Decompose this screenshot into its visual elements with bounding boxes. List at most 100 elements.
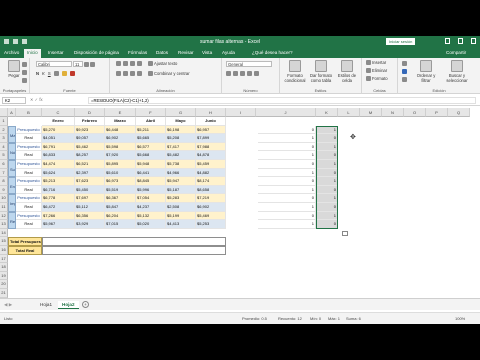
value-cell[interactable]: $5,482 bbox=[166, 151, 196, 160]
fill-color-icon[interactable] bbox=[61, 71, 67, 76]
font-name-select[interactable]: Calibri bbox=[36, 61, 72, 67]
helper-cell-j[interactable]: 1 bbox=[258, 185, 316, 195]
row-header-16[interactable]: 16 bbox=[0, 246, 8, 255]
value-cell[interactable]: $5,847 bbox=[105, 203, 136, 212]
column-header-k[interactable]: K bbox=[316, 108, 338, 117]
row-header-18[interactable]: 18 bbox=[0, 263, 8, 272]
sheet-tab-hoja2[interactable]: Hoja2 bbox=[58, 301, 79, 309]
value-cell[interactable]: $8,658 bbox=[196, 185, 226, 195]
maximize-icon[interactable] bbox=[458, 38, 463, 44]
row-header-8[interactable]: 8 bbox=[0, 177, 8, 186]
column-header-e[interactable]: E bbox=[105, 108, 136, 117]
value-cell[interactable]: $6,716 bbox=[42, 185, 75, 195]
value-cell[interactable]: $5,668 bbox=[136, 151, 166, 160]
row-header-2[interactable]: 2 bbox=[0, 125, 8, 135]
value-cell[interactable]: $7,623 bbox=[75, 177, 105, 186]
column-header-j[interactable]: J bbox=[256, 108, 316, 117]
value-cell[interactable]: $2,508 bbox=[166, 203, 196, 212]
value-cell[interactable]: $5,187 bbox=[166, 185, 196, 195]
shrink-font-icon[interactable] bbox=[90, 61, 95, 67]
align-middle-icon[interactable] bbox=[123, 61, 128, 66]
row-header-9[interactable]: 9 bbox=[0, 185, 8, 195]
value-cell[interactable]: $5,020 bbox=[136, 220, 166, 229]
row-header-17[interactable]: 17 bbox=[0, 254, 8, 264]
value-cell[interactable]: $5,459 bbox=[196, 160, 226, 169]
add-sheet-icon[interactable]: + bbox=[82, 301, 89, 308]
name-box[interactable]: K2 bbox=[2, 97, 26, 104]
align-bottom-icon[interactable] bbox=[130, 61, 135, 66]
find-select-button[interactable]: Buscar y seleccionar bbox=[442, 60, 472, 83]
helper-cell-j[interactable]: 1 bbox=[258, 203, 316, 212]
bold-icon[interactable]: N bbox=[36, 71, 39, 76]
value-cell[interactable]: $6,356 bbox=[75, 211, 105, 221]
value-cell[interactable]: $5,213 bbox=[42, 177, 75, 186]
value-cell[interactable]: $6,472 bbox=[42, 203, 75, 212]
row-header-3[interactable]: 3 bbox=[0, 134, 8, 143]
row-header-7[interactable]: 7 bbox=[0, 168, 8, 178]
value-cell[interactable]: $4,882 bbox=[196, 168, 226, 178]
minimize-icon[interactable] bbox=[445, 38, 450, 44]
value-cell[interactable]: $5,253 bbox=[196, 220, 226, 229]
share-button[interactable]: Compartir bbox=[446, 50, 466, 55]
value-cell[interactable]: $6,521 bbox=[75, 160, 105, 169]
tab-vista[interactable]: Vista bbox=[202, 50, 212, 55]
zoom-level[interactable]: 100% bbox=[455, 316, 465, 321]
tell-me-search[interactable]: ¿Qué desea hacer? bbox=[252, 50, 293, 55]
borders-icon[interactable] bbox=[53, 71, 59, 76]
column-header-p[interactable]: P bbox=[426, 108, 448, 117]
value-cell[interactable]: $5,967 bbox=[42, 220, 75, 229]
sheet-tab-hoja1[interactable]: Hoja1 bbox=[36, 301, 56, 309]
value-cell[interactable]: $8,257 bbox=[75, 151, 105, 160]
tab-inicio[interactable]: Inicio bbox=[24, 49, 41, 58]
value-cell[interactable]: $5,199 bbox=[166, 211, 196, 221]
column-header-o[interactable]: O bbox=[404, 108, 426, 117]
autosum-icon[interactable] bbox=[402, 61, 407, 66]
cut-icon[interactable] bbox=[22, 62, 27, 67]
format-cells-button[interactable]: Formato bbox=[366, 76, 388, 81]
value-cell[interactable]: $6,902 bbox=[105, 134, 136, 143]
percent-icon[interactable] bbox=[233, 71, 238, 76]
value-cell[interactable]: $9,923 bbox=[75, 125, 105, 135]
quick-analysis-icon[interactable] bbox=[342, 230, 348, 236]
insert-cells-button[interactable]: Insertar bbox=[366, 60, 386, 65]
save-icon[interactable] bbox=[4, 39, 9, 44]
column-header-c[interactable]: C bbox=[42, 108, 75, 117]
tab-archivo[interactable]: Archivo bbox=[4, 50, 19, 55]
value-cell[interactable]: $4,878 bbox=[196, 151, 226, 160]
value-cell[interactable]: $5,519 bbox=[105, 185, 136, 195]
value-cell[interactable]: $8,845 bbox=[136, 177, 166, 186]
value-cell[interactable]: $3,929 bbox=[75, 220, 105, 229]
value-cell[interactable]: $5,996 bbox=[136, 185, 166, 195]
value-cell[interactable]: $5,610 bbox=[105, 168, 136, 178]
value-cell[interactable]: $6,367 bbox=[105, 194, 136, 203]
indent-icon[interactable] bbox=[137, 71, 142, 76]
font-color-icon[interactable] bbox=[69, 71, 75, 76]
align-left-icon[interactable] bbox=[116, 71, 121, 76]
value-cell[interactable]: $5,738 bbox=[166, 160, 196, 169]
value-cell[interactable]: $7,899 bbox=[196, 134, 226, 143]
value-cell[interactable]: $5,270 bbox=[42, 125, 75, 135]
tab-formulas[interactable]: Fórmulas bbox=[128, 50, 147, 55]
format-table-button[interactable]: Dar formato como tabla bbox=[309, 60, 333, 83]
value-cell[interactable]: $6,833 bbox=[42, 151, 75, 160]
value-cell[interactable]: $7,417 bbox=[166, 142, 196, 152]
row-header-12[interactable]: 12 bbox=[0, 211, 8, 221]
font-size-select[interactable]: 11 bbox=[73, 61, 83, 67]
value-cell[interactable]: $6,198 bbox=[166, 125, 196, 135]
fill-icon[interactable] bbox=[402, 69, 407, 74]
helper-cell-j[interactable]: 0 bbox=[258, 160, 316, 169]
undo-icon[interactable] bbox=[13, 39, 18, 44]
column-header-l[interactable]: L bbox=[338, 108, 360, 117]
column-header-m[interactable]: M bbox=[360, 108, 382, 117]
column-header-h[interactable]: H bbox=[196, 108, 226, 117]
value-cell[interactable]: $7,988 bbox=[196, 142, 226, 152]
value-cell[interactable]: $5,895 bbox=[105, 160, 136, 169]
wrap-text-button[interactable]: Ajustar texto bbox=[148, 61, 177, 66]
total-real-value[interactable] bbox=[42, 246, 226, 255]
helper-cell-j[interactable]: 1 bbox=[258, 134, 316, 143]
align-top-icon[interactable] bbox=[116, 61, 121, 66]
conditional-format-button[interactable]: Formato condicional bbox=[284, 60, 306, 83]
tab-insertar[interactable]: Insertar bbox=[48, 50, 64, 55]
close-icon[interactable] bbox=[471, 38, 476, 44]
copy-icon[interactable] bbox=[22, 70, 27, 75]
